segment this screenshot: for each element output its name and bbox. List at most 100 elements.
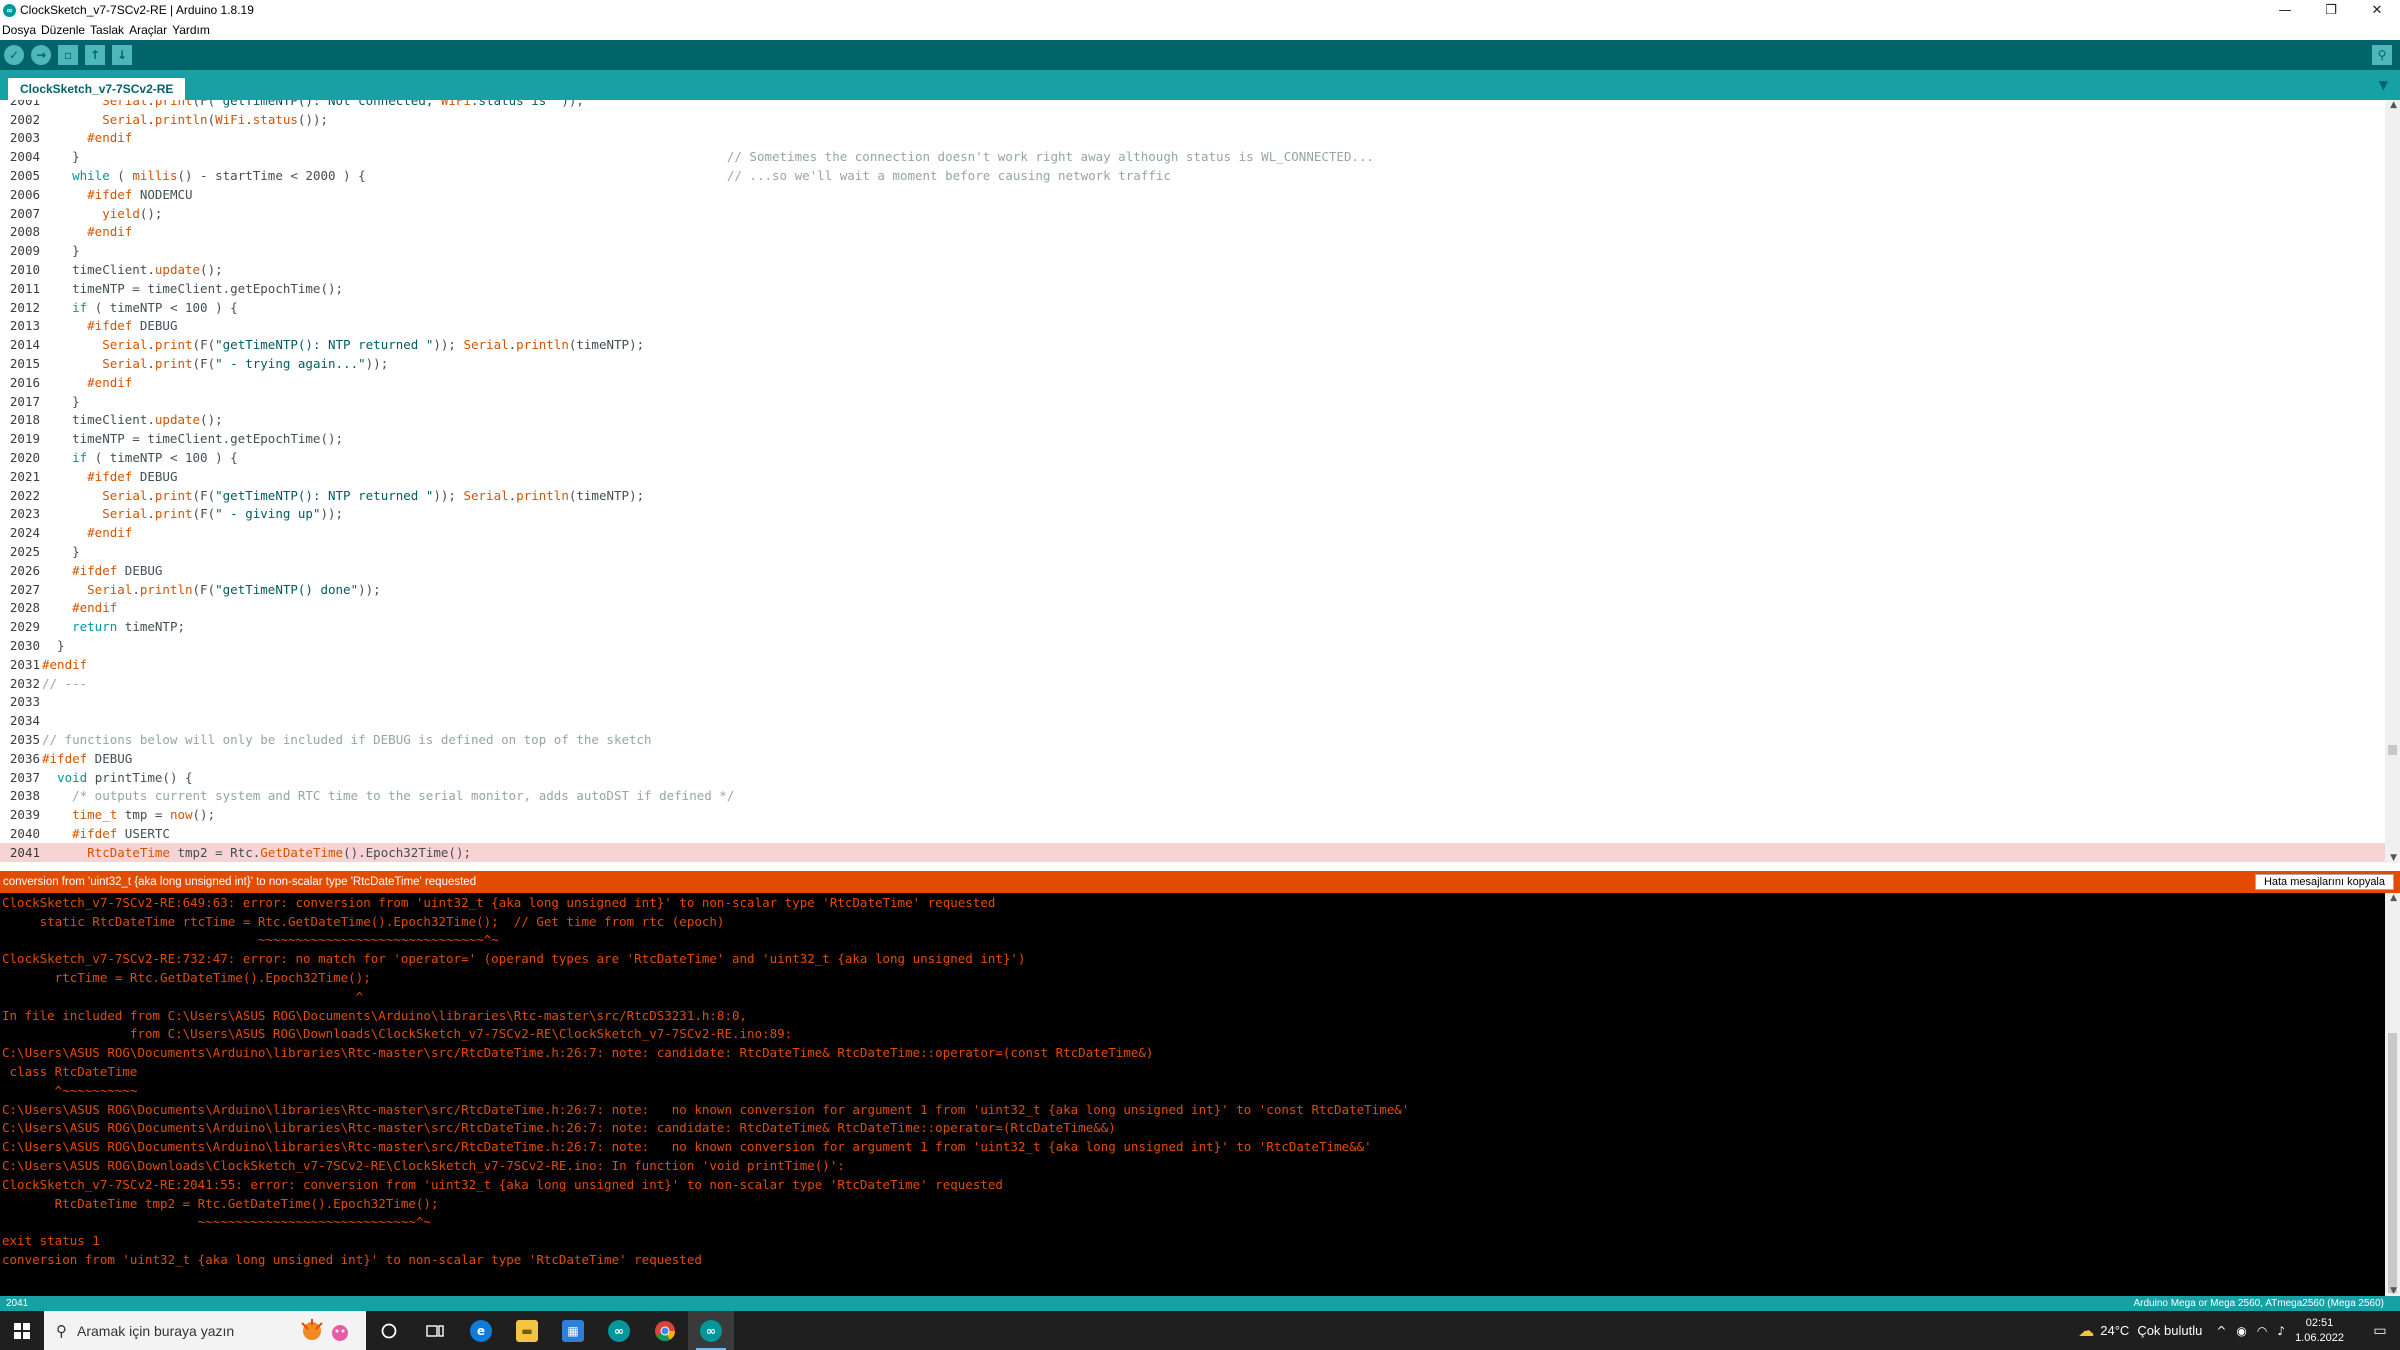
code-line[interactable]: 2031 #endif	[0, 655, 2385, 674]
code-line[interactable]: 2019 timeNTP = timeClient.getEpochTime()…	[0, 429, 2385, 448]
code-line[interactable]: 2018 timeClient.update();	[0, 411, 2385, 430]
menu-edit[interactable]: Düzenle	[41, 23, 85, 37]
start-button[interactable]	[0, 1311, 44, 1350]
code-line[interactable]: 2010 timeClient.update();	[0, 260, 2385, 279]
code-text: #ifdef DEBUG	[72, 562, 163, 578]
code-line[interactable]: 2037 void printTime() {	[0, 768, 2385, 787]
cortana-icon[interactable]	[366, 1311, 412, 1350]
restore-button[interactable]: ❐	[2308, 0, 2354, 20]
weather-widget[interactable]: ☁ 24°C Çok bulutlu	[2078, 1321, 2202, 1340]
code-line[interactable]: 2011 timeNTP = timeClient.getEpochTime()…	[0, 279, 2385, 298]
upload-button[interactable]: →	[31, 45, 51, 65]
code-line[interactable]: 2038 /* outputs current system and RTC t…	[0, 787, 2385, 806]
code-line[interactable]: 2030 }	[0, 636, 2385, 655]
code-line[interactable]: 2032// ---	[0, 674, 2385, 693]
file-explorer-icon[interactable]: ▬	[504, 1311, 550, 1350]
arduino-ide-active-icon[interactable]: ∞	[688, 1311, 734, 1350]
code-text: // ---	[42, 675, 88, 691]
code-text: if ( timeNTP < 100 ) {	[72, 450, 238, 466]
code-line[interactable]: 2003 #endif	[0, 129, 2385, 148]
code-text: timeNTP = timeClient.getEpochTime();	[42, 280, 344, 296]
code-line[interactable]: 2025 }	[0, 542, 2385, 561]
close-button[interactable]: ✕	[2354, 0, 2400, 20]
code-text: if ( timeNTP < 100 ) {	[72, 299, 238, 315]
arduino-taskbar-icon[interactable]: ∞	[596, 1311, 642, 1350]
code-line[interactable]: 2029 return timeNTP;	[0, 617, 2385, 636]
code-text: #endif	[87, 525, 133, 541]
serial-monitor-icon[interactable]: ⚲	[2372, 45, 2392, 65]
microsoft-store-icon[interactable]: ▦	[550, 1311, 596, 1350]
copy-error-messages-button[interactable]: Hata mesajlarını kopyala	[2254, 874, 2394, 890]
console-line: static RtcDateTime rtcTime = Rtc.GetDate…	[2, 913, 725, 929]
scroll-up-icon[interactable]: ▲	[2390, 100, 2397, 110]
window-titlebar: ∞ ClockSketch_v7-7SCv2-RE | Arduino 1.8.…	[0, 0, 2400, 20]
open-sketch-button[interactable]: ↑	[85, 45, 105, 65]
code-line[interactable]: 2026 #ifdef DEBUG	[0, 561, 2385, 580]
menu-sketch[interactable]: Taslak	[90, 23, 124, 37]
code-line[interactable]: 2034	[0, 711, 2385, 730]
code-line[interactable]: 2017 }	[0, 392, 2385, 411]
output-console[interactable]: ▲ ▼ ClockSketch_v7-7SCv2-RE:649:63: erro…	[0, 893, 2400, 1296]
code-line[interactable]: 2028 #endif	[0, 599, 2385, 618]
network-icon[interactable]: ◉	[2236, 1324, 2246, 1338]
code-line[interactable]: 2014 Serial.print(F("getTimeNTP(): NTP r…	[0, 335, 2385, 354]
code-line[interactable]: 2016 #endif	[0, 373, 2385, 392]
code-line[interactable]: 2015 Serial.print(F(" - trying again..."…	[0, 354, 2385, 373]
code-line[interactable]: 2004 } // Sometimes the connection doesn…	[0, 147, 2385, 166]
wifi-icon[interactable]: ◠	[2257, 1324, 2267, 1338]
code-line[interactable]: 2012 if ( timeNTP < 100 ) {	[0, 298, 2385, 317]
console-line: ^~~~~~~~~~~	[2, 1082, 138, 1098]
tab-menu-icon[interactable]: ▼	[2379, 78, 2388, 92]
code-line[interactable]: 2022 Serial.print(F("getTimeNTP(): NTP r…	[0, 486, 2385, 505]
code-line[interactable]: 2023 Serial.print(F(" - giving up"));	[0, 505, 2385, 524]
code-line[interactable]: 2039 time_t tmp = now();	[0, 805, 2385, 824]
console-scroll-thumb[interactable]	[2388, 1033, 2397, 1293]
console-line: RtcDateTime tmp2 = Rtc.GetDateTime().Epo…	[2, 1195, 439, 1211]
code-line[interactable]: 2002 Serial.println(WiFi.status());	[0, 110, 2385, 129]
code-line[interactable]: 2006 #ifdef NODEMCU	[0, 185, 2385, 204]
code-line[interactable]: 2020 if ( timeNTP < 100 ) {	[0, 448, 2385, 467]
minimize-button[interactable]: —	[2262, 0, 2308, 20]
menu-file[interactable]: Dosya	[2, 23, 36, 37]
verify-button[interactable]: ✓	[4, 45, 24, 65]
code-line[interactable]: 2007 yield();	[0, 204, 2385, 223]
code-editor[interactable]: ▲ ▼ 2001 Serial.print(F("getTimeNTP(): N…	[0, 100, 2400, 863]
line-number: 2022	[9, 487, 40, 503]
console-scroll-down-icon[interactable]: ▼	[2390, 1286, 2397, 1296]
editor-scroll-thumb[interactable]	[2388, 745, 2397, 755]
arduino-logo-icon: ∞	[3, 3, 16, 17]
code-line[interactable]: 2001 Serial.print(F("getTimeNTP(): Not c…	[0, 100, 2385, 110]
menu-tools[interactable]: Araçlar	[129, 23, 167, 37]
taskbar-clock[interactable]: 02:51 1.06.2022	[2295, 1316, 2344, 1346]
code-line[interactable]: 2035// functions below will only be incl…	[0, 730, 2385, 749]
code-line[interactable]: 2013 #ifdef DEBUG	[0, 317, 2385, 336]
code-line[interactable]: 2041 RtcDateTime tmp2 = Rtc.GetDateTime(…	[0, 843, 2385, 862]
code-line[interactable]: 2008 #endif	[0, 223, 2385, 242]
volume-icon[interactable]: ♪	[2277, 1324, 2285, 1338]
console-scroll-up-icon[interactable]: ▲	[2390, 893, 2397, 903]
line-number: 2007	[9, 205, 40, 221]
code-line[interactable]: 2027 Serial.println(F("getTimeNTP() done…	[0, 580, 2385, 599]
code-line[interactable]: 2036 #ifdef DEBUG	[0, 749, 2385, 768]
edge-browser-icon[interactable]: e	[458, 1311, 504, 1350]
menu-help[interactable]: Yardım	[172, 23, 210, 37]
code-line[interactable]: 2005 while ( millis() - startTime < 2000…	[0, 166, 2385, 185]
line-number: 2041	[9, 844, 40, 860]
code-line[interactable]: 2009 }	[0, 241, 2385, 260]
taskbar-search-box[interactable]: ⚲ Aramak için buraya yazın	[44, 1311, 366, 1350]
console-line: ~~~~~~~~~~~~~~~~~~~~~~~~~~~~~^~	[2, 1214, 431, 1230]
notification-icon[interactable]: ▭	[2360, 1311, 2400, 1350]
task-view-icon[interactable]	[412, 1311, 458, 1350]
new-sketch-button[interactable]: ▫	[58, 45, 78, 65]
chevron-up-icon[interactable]: ^	[2216, 1324, 2226, 1338]
console-scrollbar[interactable]: ▲ ▼	[2385, 893, 2400, 1296]
tab-sketch[interactable]: ClockSketch_v7-7SCv2-RE	[8, 78, 186, 100]
code-line[interactable]: 2033	[0, 693, 2385, 712]
code-line[interactable]: 2040 #ifdef USERTC	[0, 824, 2385, 843]
code-line[interactable]: 2021 #ifdef DEBUG	[0, 467, 2385, 486]
scroll-down-icon[interactable]: ▼	[2390, 853, 2397, 863]
save-sketch-button[interactable]: ↓	[112, 45, 132, 65]
chrome-browser-icon[interactable]	[642, 1311, 688, 1350]
code-line[interactable]: 2024 #endif	[0, 523, 2385, 542]
editor-scrollbar[interactable]: ▲ ▼	[2385, 100, 2400, 863]
